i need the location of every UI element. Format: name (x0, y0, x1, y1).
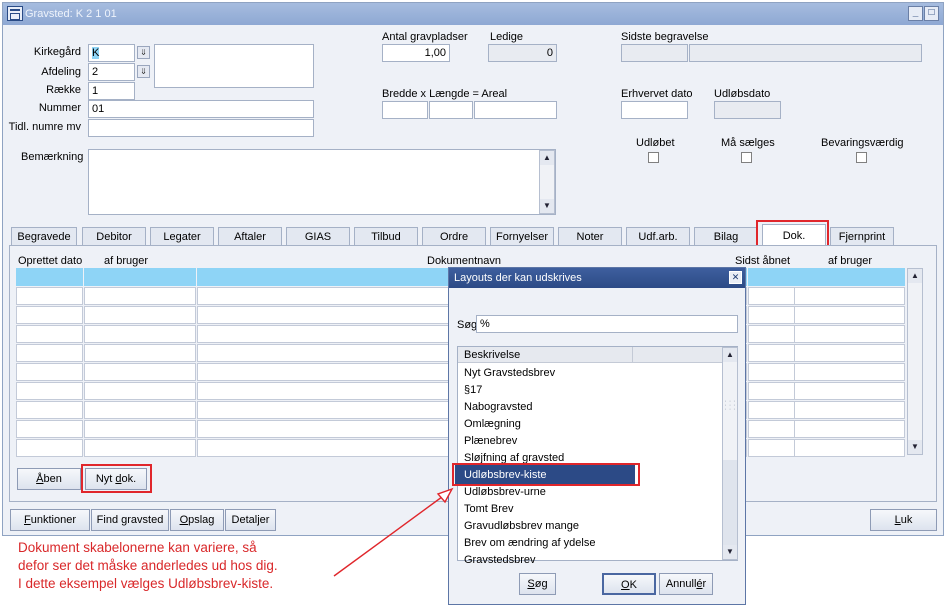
arrow-line (333, 493, 447, 577)
annotation-arrow (333, 487, 454, 577)
arrow-head (436, 487, 454, 504)
